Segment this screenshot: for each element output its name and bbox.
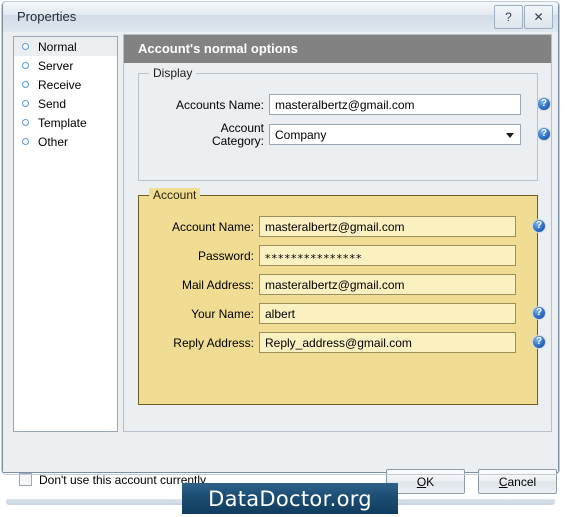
sidebar-item-server[interactable]: Server: [14, 56, 117, 75]
page-title: Account's normal options: [138, 41, 298, 56]
password-row: Password: ***************: [139, 245, 537, 267]
sidebar-item-normal[interactable]: Normal: [14, 37, 117, 56]
account-name-input[interactable]: masteralbertz@gmail.com: [259, 216, 516, 237]
password-label: Password:: [197, 249, 254, 263]
sidebar-item-label: Template: [38, 115, 87, 130]
account-name-row: Account Name: masteralbertz@gmail.com ?: [139, 216, 546, 238]
options-panel: Account's normal options Display Account…: [123, 34, 552, 432]
help-icon[interactable]: ?: [494, 5, 523, 29]
chevron-down-icon[interactable]: [506, 133, 514, 138]
accounts-name-help-icon[interactable]: ?: [537, 97, 551, 111]
sidebar-item-other[interactable]: Other: [14, 132, 117, 151]
mail-address-input[interactable]: masteralbertz@gmail.com: [259, 274, 516, 295]
panel-banner: Account's normal options: [124, 35, 551, 63]
title-bar[interactable]: Properties ? ✕: [3, 2, 558, 33]
account-category-label-line2: Category:: [211, 134, 264, 148]
cancel-accel-letter: C: [498, 474, 508, 489]
display-group-legend: Display: [149, 66, 197, 80]
display-group: Display Accounts Name: masteralbertz@gma…: [138, 66, 551, 181]
sidebar-item-label: Normal: [38, 39, 77, 54]
account-group-legend: Account: [149, 188, 201, 202]
category-sidebar[interactable]: Normal Server Receive Send Template Othe…: [13, 36, 118, 432]
window-title: Properties: [17, 9, 77, 24]
sidebar-item-send[interactable]: Send: [14, 94, 117, 113]
properties-window: Properties ? ✕ Normal Server Receive Sen…: [0, 0, 565, 505]
bullet-icon: [22, 43, 29, 50]
ok-label-rest: K: [426, 474, 435, 489]
sidebar-item-label: Other: [38, 134, 69, 149]
window-client-area: Normal Server Receive Send Template Othe…: [3, 32, 558, 505]
your-name-input[interactable]: albert: [259, 303, 516, 324]
accounts-name-label: Accounts Name:: [175, 98, 264, 112]
accounts-name-input[interactable]: masteralbertz@gmail.com: [269, 94, 521, 115]
sidebar-item-label: Send: [38, 96, 67, 111]
bullet-icon: [22, 100, 29, 107]
sidebar-item-label: Server: [38, 58, 74, 73]
bullet-icon: [22, 119, 29, 126]
sidebar-item-receive[interactable]: Receive: [14, 75, 117, 94]
cancel-button[interactable]: Cancel: [478, 469, 557, 494]
bullet-icon: [22, 62, 29, 69]
ok-accel-letter: O: [416, 474, 427, 489]
reply-address-help-icon[interactable]: ?: [532, 335, 546, 349]
dont-use-account-checkbox[interactable]: [19, 473, 32, 486]
reply-address-row: Reply Address: Reply_address@gmail.com ?: [139, 332, 546, 354]
password-input[interactable]: ***************: [259, 245, 516, 266]
window-frame: Properties ? ✕ Normal Server Receive Sen…: [1, 1, 560, 505]
account-name-help-icon[interactable]: ?: [532, 219, 546, 233]
bullet-icon: [22, 81, 29, 88]
your-name-row: Your Name: albert ?: [139, 303, 546, 325]
your-name-help-icon[interactable]: ?: [532, 306, 546, 320]
sidebar-item-template[interactable]: Template: [14, 113, 117, 132]
watermark-banner: DataDoctor.org: [182, 483, 398, 514]
accounts-name-row: Accounts Name: masteralbertz@gmail.com ?: [139, 94, 551, 116]
bullet-icon: [22, 138, 29, 145]
cancel-label-rest: ancel: [507, 474, 537, 489]
mail-address-row: Mail Address: masteralbertz@gmail.com: [139, 274, 537, 296]
reply-address-label: Reply Address:: [173, 336, 254, 350]
watermark-text: DataDoctor.org: [208, 486, 372, 511]
close-icon[interactable]: ✕: [524, 5, 553, 29]
your-name-label: Your Name:: [191, 307, 254, 321]
account-category-row: Account Category: Company ?: [139, 122, 551, 148]
sidebar-item-label: Receive: [38, 77, 82, 92]
account-group: Account Account Name: masteralbertz@gmai…: [138, 188, 546, 405]
mail-address-label: Mail Address:: [181, 278, 254, 292]
account-name-label: Account Name:: [171, 220, 254, 234]
reply-address-input[interactable]: Reply_address@gmail.com: [259, 332, 516, 353]
account-category-help-icon[interactable]: ?: [537, 127, 551, 141]
dont-use-account-label: Don't use this account currently: [39, 473, 207, 487]
account-category-select[interactable]: Company: [269, 124, 521, 145]
